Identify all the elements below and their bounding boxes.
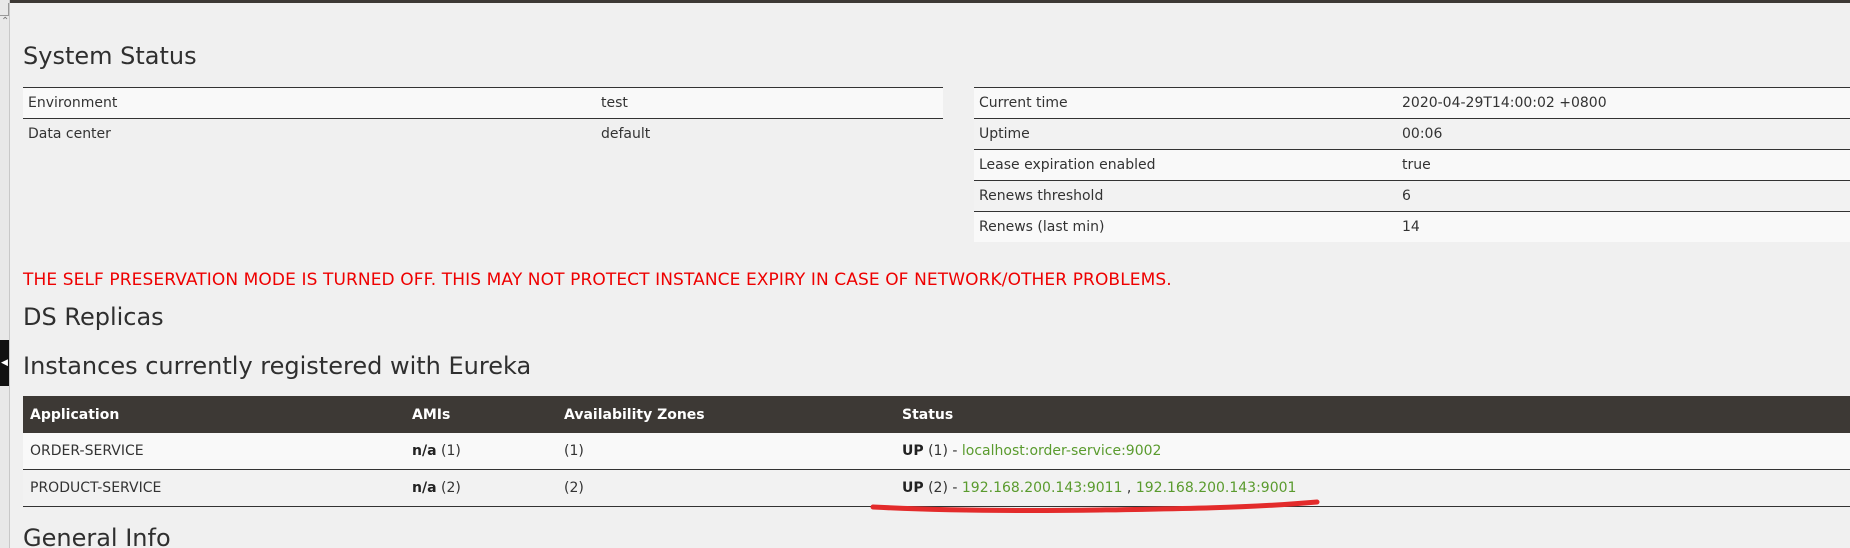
row-label: Lease expiration enabled [974,149,1397,181]
application-name: ORDER-SERVICE [23,433,405,470]
table-row: ORDER-SERVICE n/a (1) (1) UP (1) - local… [23,433,1850,470]
table-row: Uptime 00:06 [974,118,1850,150]
row-label: Data center [23,118,596,149]
status-separator: - [947,480,962,496]
instances-table: Application AMIs Availability Zones Stat… [23,396,1850,507]
row-value: 00:06 [1397,118,1850,150]
link-separator: , [1122,480,1136,496]
application-name: PRODUCT-SERVICE [23,469,405,507]
row-label: Renews threshold [974,180,1397,212]
row-label: Current time [974,87,1397,119]
left-edge-scroll-area: ⌃ [0,0,10,548]
row-label: Environment [23,87,596,119]
instance-link[interactable]: localhost:order-service:9002 [962,443,1162,459]
status-separator: - [947,443,962,459]
status-state: UP [902,480,924,496]
amis-cell: n/a (1) [405,433,557,470]
instances-title: Instances currently registered with Eure… [23,352,532,380]
self-preservation-warning: THE SELF PRESERVATION MODE IS TURNED OFF… [23,270,1172,290]
row-value: default [596,118,943,149]
row-value: 2020-04-29T14:00:02 +0800 [1397,87,1850,119]
amis-value: n/a [412,443,437,459]
amis-count: (2) [440,480,461,496]
header-amis: AMIs [405,396,557,433]
status-count: (1) [928,443,948,459]
system-status-right-table: Current time 2020-04-29T14:00:02 +0800 U… [974,87,1850,242]
amis-cell: n/a (2) [405,469,557,507]
status-state: UP [902,443,924,459]
row-value: test [596,87,943,119]
header-application: Application [23,396,405,433]
table-row: Renews (last min) 14 [974,211,1850,242]
top-bar [0,0,1850,3]
status-count: (2) [928,480,948,496]
amis-count: (1) [440,443,461,459]
system-status-title: System Status [23,42,197,70]
row-label: Uptime [974,118,1397,150]
row-value: true [1397,149,1850,181]
row-value: 14 [1397,211,1850,242]
instance-link[interactable]: 192.168.200.143:9001 [1136,480,1297,496]
ds-replicas-title: DS Replicas [23,303,164,331]
table-header-row: Application AMIs Availability Zones Stat… [23,396,1850,433]
zones-cell: (1) [557,433,895,470]
table-row: Data center default [23,118,943,149]
chevron-left-icon[interactable]: ◀ [0,340,9,386]
corner-decoration [0,3,9,16]
header-availability-zones: Availability Zones [557,396,895,433]
table-row: PRODUCT-SERVICE n/a (2) (2) UP (2) - 192… [23,469,1850,507]
instance-link[interactable]: 192.168.200.143:9011 [962,480,1123,496]
general-info-title: General Info [23,524,171,548]
caret-icon: ⌃ [1,16,10,27]
table-row: Renews threshold 6 [974,180,1850,212]
row-label: Renews (last min) [974,211,1397,242]
header-status: Status [895,396,1850,433]
status-cell: UP (2) - 192.168.200.143:9011 , 192.168.… [895,469,1850,507]
zones-cell: (2) [557,469,895,507]
eureka-dashboard: ⌃ ◀ System Status Environment test Data … [0,0,1850,548]
system-status-left-table: Environment test Data center default [23,87,943,149]
amis-value: n/a [412,480,437,496]
table-row: Lease expiration enabled true [974,149,1850,181]
table-row: Current time 2020-04-29T14:00:02 +0800 [974,87,1850,119]
row-value: 6 [1397,180,1850,212]
table-row: Environment test [23,87,943,119]
status-cell: UP (1) - localhost:order-service:9002 [895,433,1850,470]
